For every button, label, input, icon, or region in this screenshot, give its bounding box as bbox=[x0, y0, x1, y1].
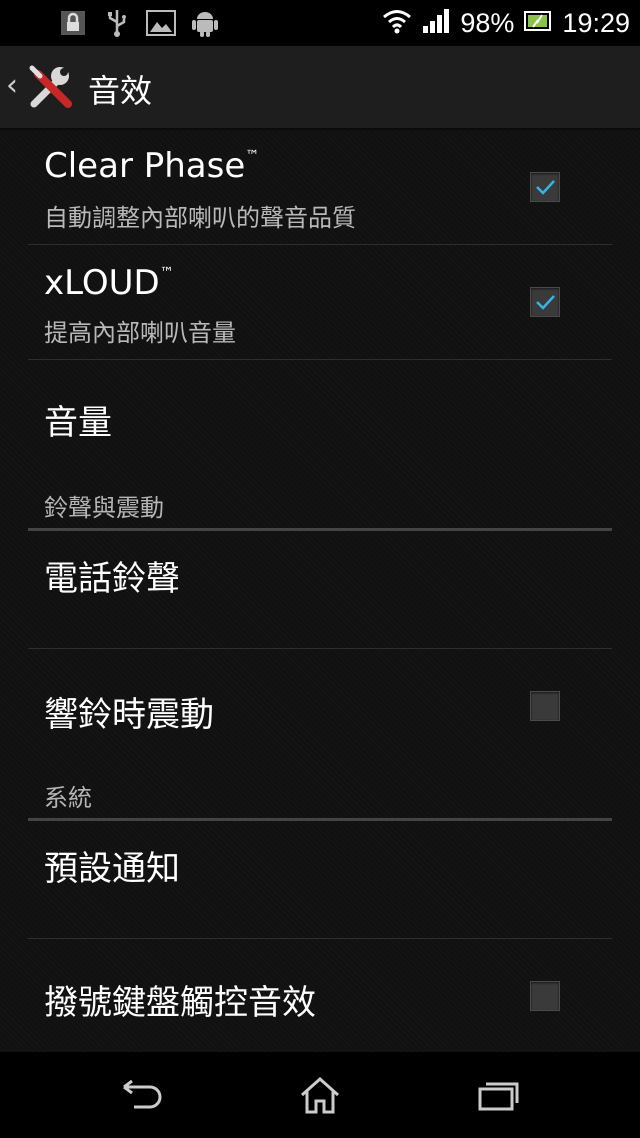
setting-subtitle: 自動調整內部喇叭的聲音品質 bbox=[44, 204, 356, 232]
section-header-ringtone: 鈴聲與震動 bbox=[44, 494, 164, 522]
action-bar: ‹ 音效 bbox=[0, 46, 640, 130]
status-bar: 98% 19:29 bbox=[0, 0, 640, 46]
check-icon bbox=[536, 295, 555, 310]
home-icon bbox=[301, 1076, 339, 1114]
setting-xloud[interactable]: xLOUD™ 提高內部喇叭音量 bbox=[28, 245, 612, 360]
setting-title: 電話鈴聲 bbox=[44, 559, 180, 599]
lock-icon bbox=[58, 8, 88, 38]
setting-title: 預設通知 bbox=[44, 849, 180, 889]
setting-volume[interactable]: 音量 bbox=[28, 360, 612, 472]
section-header-system: 系統 bbox=[44, 784, 92, 812]
image-icon bbox=[146, 8, 176, 38]
setting-dialpad-touch-tones[interactable]: 撥號鍵盤觸控音效 bbox=[28, 939, 612, 1050]
clock: 19:29 bbox=[562, 7, 630, 38]
recent-apps-button[interactable] bbox=[468, 1070, 528, 1120]
setting-vibrate-on-ring[interactable]: 響鈴時震動 bbox=[28, 649, 612, 769]
setting-default-notification[interactable]: 預設通知 bbox=[28, 821, 612, 939]
page-title: 音效 bbox=[88, 72, 153, 110]
android-icon bbox=[190, 8, 220, 38]
back-button[interactable] bbox=[112, 1070, 172, 1120]
status-bar-notification-icons bbox=[58, 6, 220, 40]
setting-title: 響鈴時震動 bbox=[44, 695, 214, 735]
check-icon bbox=[536, 180, 555, 195]
back-icon bbox=[123, 1079, 162, 1109]
settings-list: Clear Phase™ 自動調整內部喇叭的聲音品質 xLOUD™ 提高內部喇叭… bbox=[0, 130, 640, 1050]
up-navigation[interactable]: ‹ bbox=[0, 46, 80, 128]
recent-apps-icon bbox=[478, 1082, 519, 1111]
tools-icon bbox=[29, 65, 72, 108]
dialpad-touch-tones-checkbox[interactable] bbox=[530, 981, 560, 1011]
vibrate-on-ring-checkbox[interactable] bbox=[530, 691, 560, 721]
setting-subtitle: 提高內部喇叭音量 bbox=[44, 319, 236, 347]
xloud-checkbox[interactable] bbox=[530, 287, 560, 317]
setting-phone-ringtone[interactable]: 電話鈴聲 bbox=[28, 531, 612, 649]
home-button[interactable] bbox=[290, 1070, 350, 1120]
chevron-left-icon: ‹ bbox=[6, 68, 18, 103]
battery-percent: 98% bbox=[460, 7, 515, 38]
setting-title: Clear Phase™ bbox=[44, 146, 260, 186]
setting-title: 音量 bbox=[44, 403, 112, 443]
status-bar-system-icons: 98% 19:29 bbox=[382, 0, 630, 46]
signal-icon bbox=[422, 8, 450, 38]
setting-title: xLOUD™ bbox=[44, 263, 174, 303]
setting-title: 撥號鍵盤觸控音效 bbox=[44, 983, 316, 1023]
wifi-icon bbox=[382, 8, 412, 38]
navigation-bar bbox=[0, 1052, 640, 1138]
usb-icon bbox=[102, 8, 132, 38]
setting-clear-phase[interactable]: Clear Phase™ 自動調整內部喇叭的聲音品質 bbox=[28, 130, 612, 245]
battery-icon bbox=[524, 10, 552, 36]
clear-phase-checkbox[interactable] bbox=[530, 172, 560, 202]
